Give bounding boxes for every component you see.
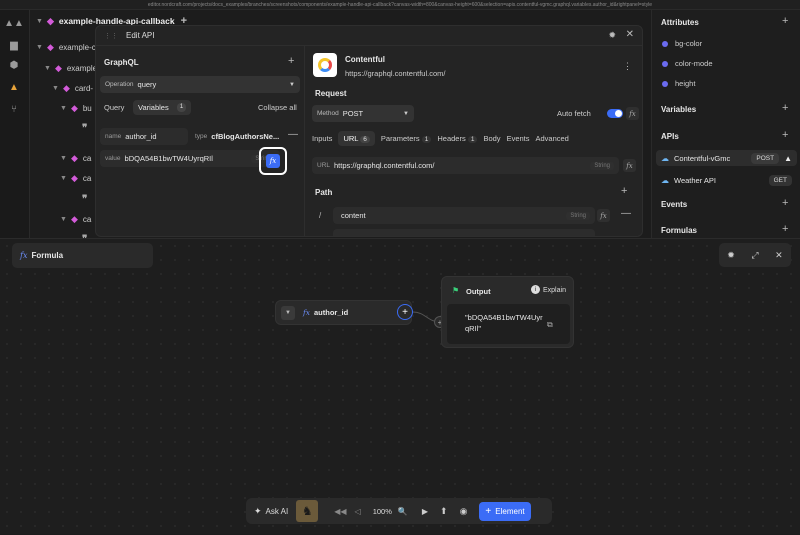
path-segment-field[interactable] — [333, 229, 595, 236]
bottom-toolbar: ✦ Ask AI ♞ ◀◀ ◁ 100% 🔍 ▶ ⬆ ◉ + Element — [246, 498, 552, 524]
graphql-title: GraphQL — [104, 58, 139, 67]
drag-handle-icon[interactable]: ⋮⋮ — [104, 32, 118, 40]
formula-fx-icon[interactable]: fx — [266, 154, 280, 168]
apis-title: APIs — [661, 132, 679, 141]
cloud-icon: ☁ — [661, 175, 669, 185]
warning-icon[interactable]: ▲ — [7, 80, 21, 94]
rewind-icon[interactable]: ◀◀ — [334, 507, 346, 516]
path-separator: / — [319, 211, 322, 220]
logo-icon[interactable]: ▲▲ — [4, 16, 24, 30]
attribute-item[interactable]: bg-color — [662, 39, 702, 48]
contentful-logo-icon — [313, 53, 337, 77]
method-select[interactable]: Method POST ▼ — [312, 105, 414, 122]
formula-fx-icon[interactable]: fx — [623, 159, 636, 172]
plus-icon: + — [485, 505, 492, 517]
tab-advanced[interactable]: Advanced — [536, 134, 569, 143]
api-item-weather[interactable]: ☁ Weather API GET — [656, 172, 797, 188]
more-options-icon[interactable]: ⋮ — [623, 61, 632, 72]
previous-icon[interactable]: ◁ — [355, 507, 361, 516]
add-icon[interactable]: + — [782, 102, 788, 114]
tab-headers[interactable]: Headers 1 — [437, 134, 478, 143]
tab-variables[interactable]: Variables 1 — [133, 100, 192, 115]
info-icon: i — [531, 285, 540, 294]
collapse-all-button[interactable]: Collapse all — [258, 103, 297, 112]
text-node[interactable]: ❞ — [82, 192, 87, 206]
explain-button[interactable]: Explain — [543, 287, 566, 294]
tree-item[interactable]: ▼ ◆ card- — [52, 81, 93, 95]
package-icon[interactable]: ⬢ — [7, 58, 21, 72]
tab-inputs[interactable]: Inputs — [312, 134, 332, 143]
remove-variable-icon[interactable]: — — [288, 129, 298, 140]
tree-item[interactable]: ▼ ◆ example — [44, 61, 97, 75]
copy-icon[interactable]: ⧉ — [547, 320, 553, 330]
output-node: ⚑ Output i Explain "bDQA54B1bwTW4UyrqRIl… — [441, 276, 574, 348]
events-title: Events — [661, 200, 688, 209]
formula-fx-icon[interactable]: fx — [597, 209, 610, 222]
tree-item[interactable]: ▼ ◆ ca — [60, 212, 91, 226]
formula-fx-icon[interactable]: fx — [626, 107, 639, 120]
formula-editor: fx Formula ✹ ⤢ ✕ ▼ fx author_id + + ⚑ Ou… — [0, 238, 800, 534]
operation-select[interactable]: Operation query ▼ — [100, 76, 300, 93]
add-icon[interactable]: + — [782, 15, 788, 27]
debug-bug-icon[interactable]: ✹ — [608, 30, 616, 41]
attributes-title: Attributes — [661, 18, 699, 27]
variables-title: Variables — [661, 105, 697, 114]
edit-api-modal: ⋮⋮ Edit API ✹ ✕ GraphQL + Operation quer… — [95, 25, 643, 237]
play-icon[interactable]: ▶ — [422, 507, 428, 516]
warning-icon: ▲ — [784, 153, 792, 163]
attribute-item[interactable]: height — [662, 79, 695, 88]
text-node[interactable]: ❞ — [82, 121, 87, 135]
tree-item[interactable]: ▼ ◆ ca — [60, 171, 91, 185]
add-icon[interactable]: + — [621, 185, 627, 197]
flag-icon: ⚑ — [452, 286, 460, 295]
tab-events[interactable]: Events — [507, 134, 530, 143]
variable-type-field[interactable]: type cfBlogAuthorsNe... — [195, 132, 285, 141]
path-segment-field[interactable]: content String — [333, 207, 595, 224]
zoom-icon[interactable]: 🔍 — [398, 507, 408, 516]
browser-url-bar[interactable]: editor.nordcraft.com/projects/docs_examp… — [0, 0, 800, 10]
request-title: Request — [315, 89, 347, 98]
sparkle-icon: ✦ — [254, 505, 262, 516]
modal-title: Edit API — [126, 31, 155, 40]
chevron-down-icon: ▼ — [403, 110, 409, 117]
tree-item[interactable]: ▼ ◆ example-c — [36, 40, 96, 54]
add-icon[interactable]: + — [782, 129, 788, 141]
ask-ai-button[interactable]: ✦ Ask AI — [246, 506, 296, 517]
variable-value-field[interactable]: value bDQA54B1bwTW4UyrqRIl String — [100, 150, 280, 167]
tab-body[interactable]: Body — [483, 134, 500, 143]
circle-arrow-icon[interactable]: ◉ — [460, 506, 468, 517]
variable-name-field[interactable]: name author_id — [100, 128, 188, 145]
api-url: https://graphql.contentful.com/ — [345, 69, 446, 78]
add-icon[interactable]: + — [288, 55, 294, 67]
attribute-item[interactable]: color-mode — [662, 59, 713, 68]
tab-url[interactable]: URL 6 — [338, 131, 375, 146]
auto-fetch-toggle[interactable] — [607, 109, 623, 118]
tab-query[interactable]: Query — [104, 103, 124, 112]
url-field[interactable]: URL https://graphql.contentful.com/ Strin… — [312, 157, 619, 174]
branch-icon[interactable]: ⑂ — [7, 102, 21, 116]
close-icon[interactable]: ✕ — [626, 29, 634, 40]
tab-parameters[interactable]: Parameters 1 — [381, 134, 432, 143]
tree-item[interactable]: ▼ ◆ bu — [60, 101, 92, 115]
add-icon[interactable]: + — [782, 197, 788, 209]
auto-fetch-label: Auto fetch — [557, 109, 591, 118]
api-name: Contentful — [345, 55, 385, 64]
add-icon[interactable]: + — [782, 223, 788, 235]
chevron-down-icon: ▼ — [289, 81, 295, 88]
formulas-title: Formulas — [661, 226, 698, 235]
tree-item[interactable]: ▼ ◆ ca — [60, 151, 91, 165]
right-panel: Attributes + bg-color color-mode height … — [651, 10, 800, 238]
remove-path-icon[interactable]: — — [621, 208, 631, 219]
character-avatar[interactable]: ♞ — [296, 500, 319, 522]
path-title: Path — [315, 188, 333, 197]
cloud-icon: ☁ — [661, 153, 669, 163]
up-arrow-icon[interactable]: ⬆ — [440, 506, 448, 517]
add-element-button[interactable]: + Element — [479, 501, 531, 521]
folder-icon[interactable]: ▆ — [7, 38, 21, 52]
connection-wire — [412, 311, 441, 323]
formula-button-highlight[interactable]: fx — [259, 147, 287, 175]
api-item-contentful[interactable]: ☁ Contentful-vGmc POST ▲ — [656, 150, 797, 166]
zoom-level[interactable]: 100% — [373, 507, 392, 516]
request-tabs: Inputs URL 6 Parameters 1 Headers 1 Body… — [312, 131, 569, 146]
